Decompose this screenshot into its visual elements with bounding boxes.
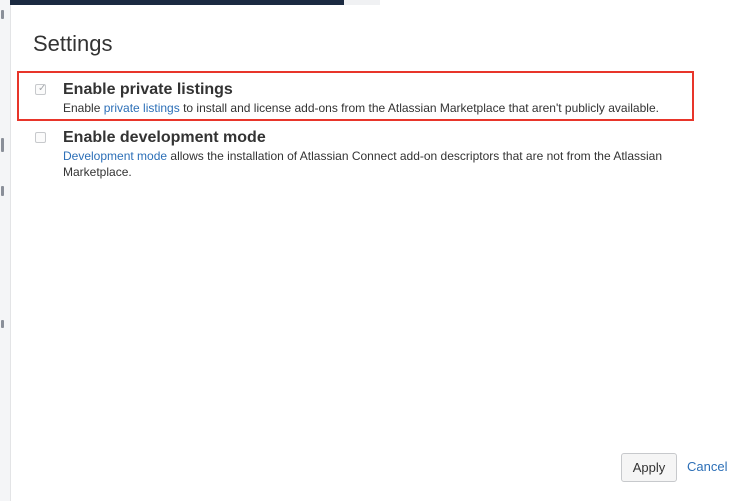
apply-button[interactable]: Apply <box>621 453 677 482</box>
settings-dialog: Settings ✓ Enable private listings Enabl… <box>0 0 744 501</box>
cancel-link[interactable]: Cancel <box>687 459 727 474</box>
development-mode-link[interactable]: Development mode <box>63 149 167 163</box>
option-description: Development mode allows the installation… <box>63 149 663 179</box>
dialog-title: Settings <box>33 31 113 56</box>
background-top-bar-end <box>344 0 380 5</box>
development-mode-checkbox[interactable] <box>35 132 46 143</box>
background-top-bar <box>10 0 344 5</box>
background-app-sliver <box>0 0 11 501</box>
option-label: Enable development mode <box>63 129 266 146</box>
highlight-box <box>17 71 694 121</box>
